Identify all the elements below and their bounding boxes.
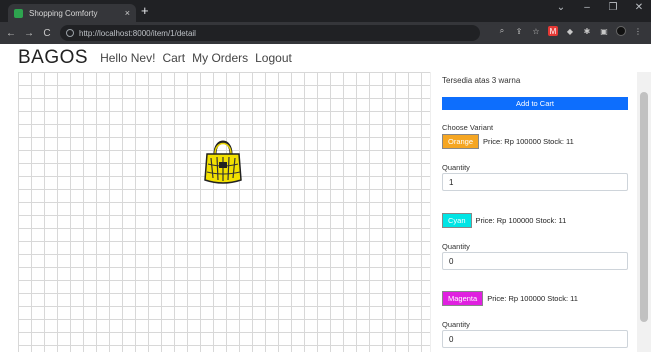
choose-variant-label: Choose Variant: [442, 123, 494, 132]
tab-close-icon[interactable]: ×: [125, 8, 130, 18]
nav-my-orders[interactable]: My Orders: [192, 51, 248, 65]
zoom-icon[interactable]: ⌕: [497, 26, 507, 36]
quantity-label: Quantity: [442, 163, 470, 172]
quantity-label: Quantity: [442, 242, 470, 251]
bag-product-image: [204, 140, 242, 184]
url-text[interactable]: http://localhost:8000/item/1/detail: [79, 29, 196, 38]
quantity-input-orange[interactable]: 1: [442, 173, 628, 191]
maximize-button[interactable]: ❐: [605, 2, 621, 13]
bookmark-star-icon[interactable]: ☆: [531, 26, 541, 36]
address-bar[interactable]: http://localhost:8000/item/1/detail: [60, 25, 480, 41]
window-controls: ⌄ – ❐ ✕: [553, 2, 647, 13]
new-tab-button[interactable]: +: [141, 4, 149, 18]
browser-tabbar: Shopping Comforty × + ⌄ – ❐ ✕: [0, 0, 651, 22]
page-viewport: BAGOS Hello Nev! Cart My Orders Logout T…: [0, 44, 651, 352]
close-window-button[interactable]: ✕: [631, 2, 647, 13]
product-detail-panel: Tersedia atas 3 warna Add to Cart Choose…: [430, 72, 637, 352]
variant-price-stock: Price: Rp 100000 Stock: 11: [475, 216, 567, 225]
variant-magenta-button[interactable]: Magenta: [442, 291, 484, 306]
browser-toolbar: ← → C http://localhost:8000/item/1/detai…: [0, 22, 651, 44]
variant-price-stock: Price: Rp 100000 Stock: 11: [487, 294, 578, 303]
side-panel-icon[interactable]: ▣: [599, 26, 609, 36]
variant-orange-button[interactable]: Orange: [442, 134, 480, 149]
scrollbar-thumb[interactable]: [640, 92, 648, 322]
variant-cyan-button[interactable]: Cyan: [442, 213, 472, 228]
variant-row-orange: Orange Price: Rp 100000 Stock: 11: [442, 134, 574, 149]
extension-shield-icon[interactable]: ◆: [565, 26, 575, 36]
share-icon[interactable]: ⇪: [514, 26, 524, 36]
menu-icon[interactable]: ⋮: [633, 26, 643, 36]
nav-cart[interactable]: Cart: [162, 51, 185, 65]
forward-icon[interactable]: →: [22, 28, 36, 39]
extensions-puzzle-icon[interactable]: ✱: [582, 26, 592, 36]
reload-icon[interactable]: C: [40, 28, 54, 39]
minimize-button[interactable]: –: [579, 2, 595, 13]
profile-avatar[interactable]: [616, 26, 626, 36]
nav-logout[interactable]: Logout: [255, 51, 292, 65]
product-description: Tersedia atas 3 warna: [442, 76, 521, 85]
browser-tab[interactable]: Shopping Comforty ×: [8, 4, 136, 22]
quantity-input-magenta[interactable]: 0: [442, 330, 628, 348]
tab-search-icon[interactable]: ⌄: [553, 2, 569, 13]
page-scrollbar[interactable]: [637, 72, 651, 352]
quantity-label: Quantity: [442, 320, 470, 329]
extension-m-icon[interactable]: M: [548, 26, 558, 36]
add-to-cart-button[interactable]: Add to Cart: [442, 97, 628, 110]
variant-row-magenta: Magenta Price: Rp 100000 Stock: 11: [442, 291, 578, 306]
quantity-input-cyan[interactable]: 0: [442, 252, 628, 270]
variant-price-stock: Price: Rp 100000 Stock: 11: [483, 137, 574, 146]
favicon-icon: [14, 8, 23, 18]
product-image-area: [18, 72, 430, 352]
site-info-icon[interactable]: [66, 29, 74, 37]
tab-title: Shopping Comforty: [29, 8, 98, 18]
brand-logo[interactable]: BAGOS: [18, 47, 88, 69]
back-icon[interactable]: ←: [4, 28, 18, 39]
variant-row-cyan: Cyan Price: Rp 100000 Stock: 11: [442, 213, 566, 228]
extension-icons: ⌕ ⇪ ☆ M ◆ ✱ ▣ ⋮: [497, 26, 643, 36]
nav-greeting[interactable]: Hello Nev!: [100, 51, 155, 65]
site-navbar: BAGOS Hello Nev! Cart My Orders Logout: [0, 44, 651, 72]
